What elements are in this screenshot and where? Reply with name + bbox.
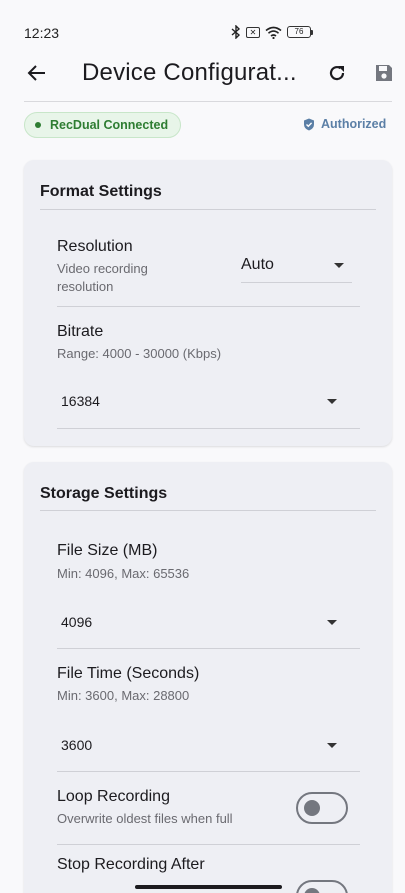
authorized-label: Authorized [321,117,387,131]
file-time-select[interactable]: 3600 [57,726,360,772]
status-bar: 12:23 ✕ 76 [0,0,405,44]
chevron-down-icon [327,743,337,748]
file-size-desc: Min: 4096, Max: 65536 [57,566,190,581]
storage-settings-card: Storage Settings File Size (MB) Min: 409… [24,462,392,893]
bitrate-label: Bitrate [57,323,104,340]
file-time-value: 3600 [61,737,93,753]
refresh-button[interactable] [322,58,352,88]
authorized-badge: Authorized [303,117,386,131]
resolution-select[interactable]: Auto [241,245,352,283]
bitrate-select[interactable]: 16384 [57,382,360,428]
storage-settings-title: Storage Settings [40,485,168,502]
row-divider [57,844,360,845]
resolution-label: Resolution [57,238,133,255]
file-size-label: File Size (MB) [57,542,158,559]
battery-icon: 76 [287,26,313,38]
bitrate-desc: Range: 4000 - 30000 (Kbps) [57,346,222,361]
toggle-knob [304,800,320,816]
bitrate-value: 16384 [61,393,100,409]
loop-recording-label: Loop Recording [57,788,170,805]
refresh-icon [329,65,345,81]
row-divider [57,428,360,429]
bluetooth-icon [231,25,241,39]
wifi-icon [265,26,282,39]
row-divider [57,771,360,772]
back-button[interactable] [22,58,52,88]
loop-recording-desc: Overwrite oldest files when full [57,811,233,826]
connection-status-chip: RecDual Connected [24,112,182,138]
connection-dot-icon [35,122,41,128]
file-time-desc: Min: 3600, Max: 28800 [57,688,190,703]
save-icon [376,65,392,81]
file-time-label: File Time (Seconds) [57,665,200,682]
file-size-value: 4096 [61,614,93,630]
loop-recording-toggle[interactable] [296,792,348,824]
save-button[interactable] [369,58,399,88]
arrow-back-icon [27,65,45,81]
page-title: Device Configurat... [82,59,297,86]
resolution-value: Auto [241,256,274,273]
chevron-down-icon [327,399,337,404]
chevron-down-icon [327,620,337,625]
chevron-down-icon [334,263,344,268]
no-sim-icon: ✕ [246,26,260,38]
row-divider [57,306,360,307]
status-icons: ✕ 76 [231,25,313,39]
toggle-knob [304,888,320,893]
home-indicator[interactable] [135,885,282,889]
format-settings-title: Format Settings [40,183,162,200]
row-divider [57,648,360,649]
file-size-select[interactable]: 4096 [57,603,360,649]
connection-label: RecDual Connected [50,118,169,132]
app-bar: Device Configurat... [0,50,405,96]
stop-recording-label: Stop Recording After [57,856,205,873]
stop-recording-toggle[interactable] [296,880,348,893]
format-settings-card: Format Settings Resolution Video recordi… [24,160,392,446]
resolution-desc: Video recording resolution [57,261,148,294]
verified-shield-icon [304,118,314,130]
app-bar-divider [24,101,392,102]
card-divider [40,209,376,210]
status-time: 12:23 [24,25,60,41]
battery-level: 76 [287,26,311,38]
card-divider [40,510,376,511]
